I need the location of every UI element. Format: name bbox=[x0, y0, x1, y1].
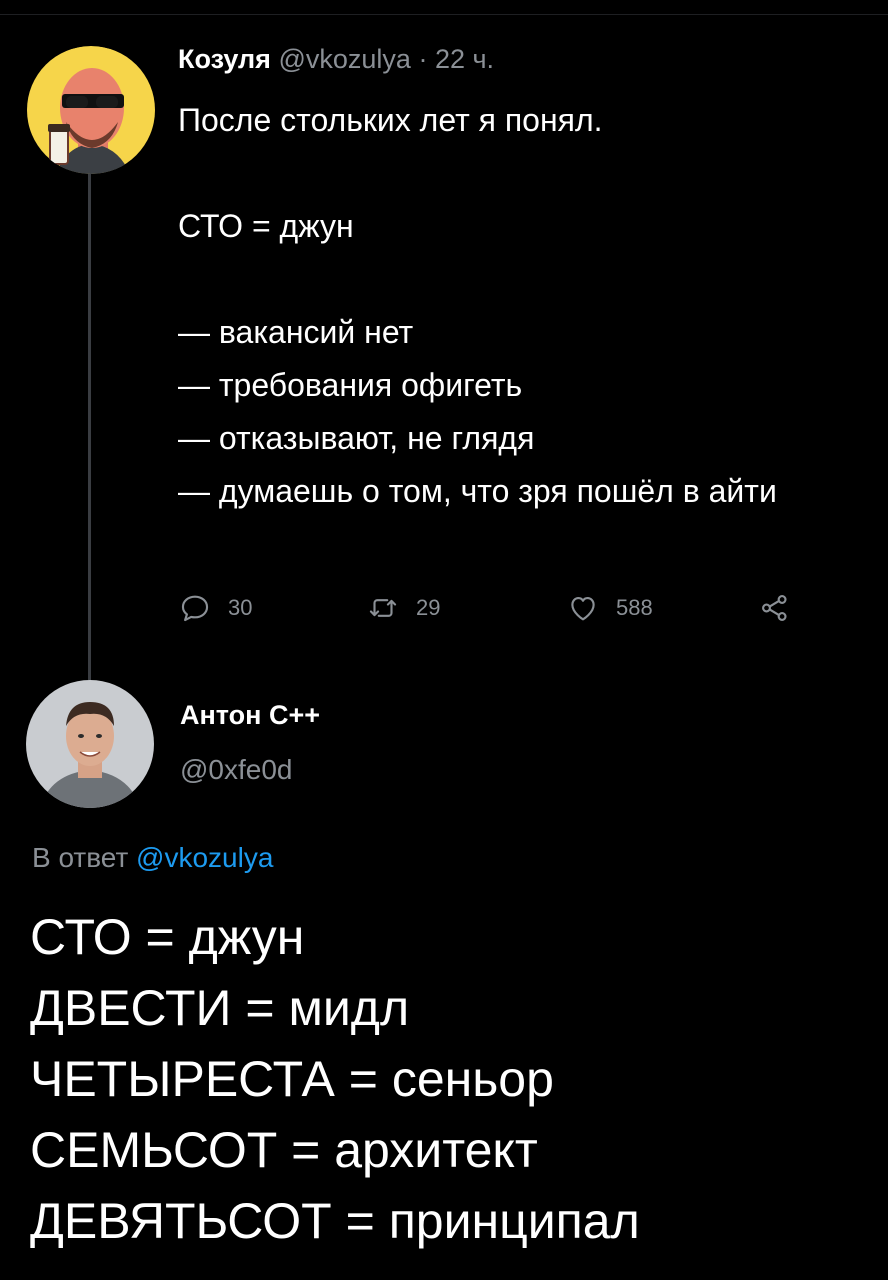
like-icon bbox=[571, 597, 595, 621]
retweet-icon bbox=[369, 599, 397, 617]
like-count: 588 bbox=[616, 595, 653, 620]
author-avatar[interactable] bbox=[26, 46, 156, 174]
tweet-header: Козуля @vkozulya · 22 ч. bbox=[178, 44, 494, 75]
reply-button[interactable]: 30 bbox=[178, 588, 252, 628]
reply-text: СТО = джун ДВЕСТИ = мидл ЧЕТЫРЕСТА = сен… bbox=[30, 909, 640, 1249]
reply-count: 30 bbox=[228, 595, 253, 620]
retweet-button[interactable]: 29 bbox=[366, 588, 440, 628]
reply-author-avatar[interactable] bbox=[26, 680, 154, 808]
retweet-count: 29 bbox=[416, 595, 441, 620]
header-separator: · bbox=[418, 44, 428, 74]
author-handle[interactable]: @vkozulya bbox=[278, 44, 410, 74]
reply-icon bbox=[181, 595, 209, 622]
like-button[interactable]: 588 bbox=[566, 588, 653, 628]
reply-to-label: В ответ bbox=[32, 842, 129, 873]
top-divider bbox=[0, 14, 888, 15]
reply-author-handle[interactable]: @0xfe0d bbox=[180, 754, 293, 786]
tweet-text: После стольких лет я понял. СТО = джун —… bbox=[178, 102, 777, 509]
tweet-actions: 30 29 588 bbox=[178, 588, 798, 628]
author-name[interactable]: Козуля bbox=[178, 44, 271, 74]
tweet-time[interactable]: 22 ч. bbox=[435, 44, 494, 74]
share-icon bbox=[762, 595, 787, 621]
reply-author-name[interactable]: Антон С++ bbox=[180, 700, 320, 731]
thread-connector-line bbox=[88, 170, 91, 680]
share-button[interactable] bbox=[758, 588, 792, 628]
reply-to-handle-link[interactable]: @vkozulya bbox=[136, 842, 273, 873]
reply-to-line: В ответ @vkozulya bbox=[32, 842, 273, 874]
